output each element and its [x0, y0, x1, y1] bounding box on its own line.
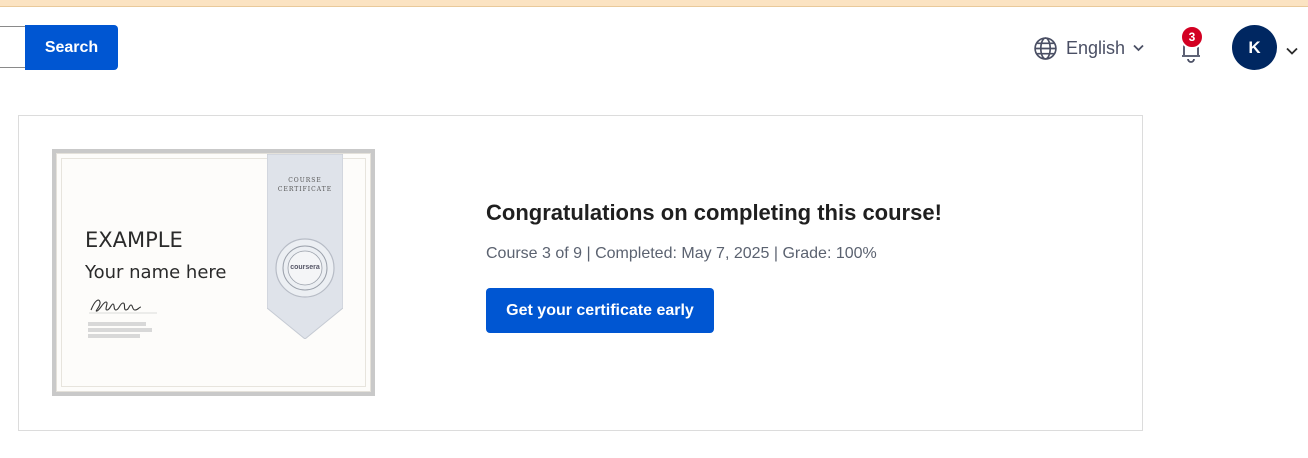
coursera-seal-text: coursera — [290, 264, 320, 271]
search-input[interactable] — [0, 26, 25, 68]
completion-meta: Course 3 of 9 | Completed: May 7, 2025 |… — [486, 245, 877, 262]
bell-icon — [1178, 39, 1204, 68]
ribbon-label: COURSE CERTIFICATE — [277, 177, 333, 193]
certificate-name-placeholder: Your name here — [85, 262, 227, 283]
chevron-down-icon — [1133, 44, 1144, 52]
chevron-down-icon[interactable] — [1286, 42, 1298, 55]
user-avatar[interactable]: K — [1232, 25, 1277, 70]
notification-count-badge: 3 — [1180, 25, 1204, 49]
get-certificate-button[interactable]: Get your certificate early — [486, 288, 714, 333]
signature-graphic — [89, 299, 157, 314]
completion-title: Congratulations on completing this cours… — [486, 200, 942, 225]
signatory-details — [88, 322, 158, 338]
certificate-frame: EXAMPLE Your name here COURSE CERTIFICAT… — [56, 153, 371, 392]
globe-icon — [1033, 36, 1058, 61]
language-selector[interactable]: English — [1033, 34, 1144, 62]
search-button[interactable]: Search — [25, 25, 118, 70]
language-label: English — [1066, 37, 1126, 58]
top-banner-strip — [0, 0, 1308, 7]
certificate-heading: EXAMPLE — [85, 228, 183, 252]
certificate-preview-image: EXAMPLE Your name here COURSE CERTIFICAT… — [52, 149, 375, 396]
